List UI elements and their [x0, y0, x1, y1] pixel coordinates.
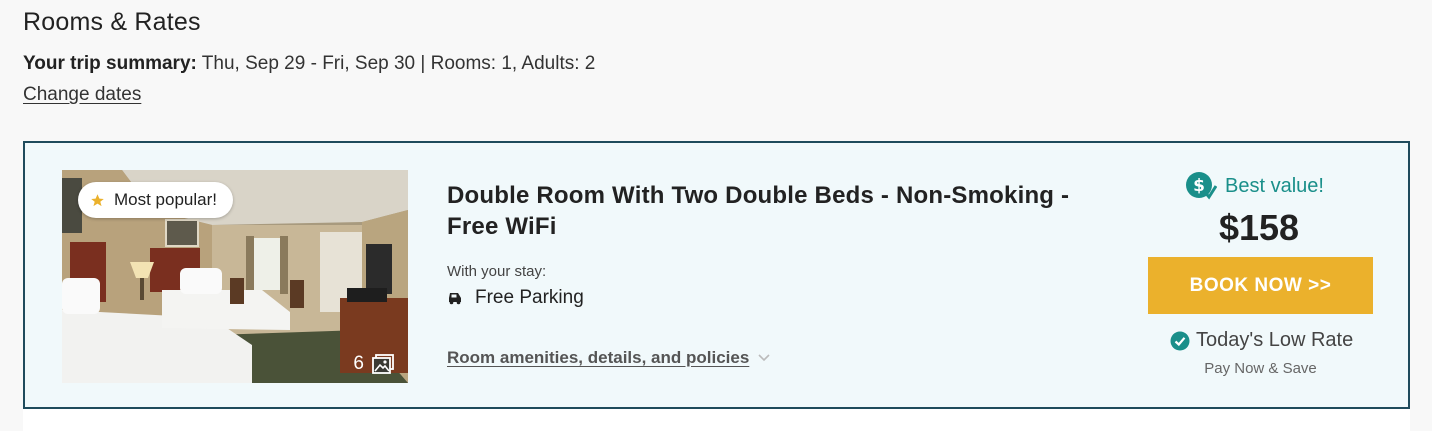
most-popular-badge: Most popular! — [78, 182, 233, 218]
room-price: $158 — [1218, 207, 1300, 248]
todays-low-rate: Today's Low Rate — [1170, 329, 1353, 352]
dollar-check-icon: $ — [1186, 172, 1217, 200]
page-title: Rooms & Rates — [23, 8, 201, 36]
low-rate-label: Today's Low Rate — [1196, 329, 1354, 351]
amenity-label: Free Parking — [475, 287, 584, 308]
book-now-button[interactable]: BOOK NOW >> — [1148, 257, 1373, 314]
next-room-card-edge — [23, 409, 1410, 431]
car-icon — [449, 293, 461, 305]
best-value-label: Best value! — [1225, 174, 1324, 197]
trip-summary-value: Thu, Sep 29 - Fri, Sep 30 | Rooms: 1, Ad… — [196, 53, 596, 74]
gallery-icon — [372, 354, 394, 374]
room-card: Most popular! 6 Double Room With Two Dou… — [23, 141, 1410, 409]
star-icon — [91, 193, 104, 206]
svg-text:$: $ — [1193, 176, 1205, 196]
trip-summary: Your trip summary: Thu, Sep 29 - Fri, Se… — [23, 53, 595, 75]
photo-count[interactable]: 6 — [353, 353, 394, 375]
trip-summary-label: Your trip summary: — [23, 53, 197, 74]
change-dates-link[interactable]: Change dates — [23, 84, 141, 106]
best-value-badge: $ Best value! — [1185, 171, 1324, 201]
check-circle-icon — [1170, 331, 1190, 350]
room-details-label: Room amenities, details, and policies — [447, 348, 750, 367]
pay-now-note: Pay Now & Save — [1204, 360, 1317, 377]
room-photo[interactable]: Most popular! 6 — [62, 170, 408, 383]
with-your-stay-label: With your stay: — [447, 263, 547, 280]
chevron-down-icon — [758, 354, 770, 362]
most-popular-label: Most popular! — [114, 190, 217, 209]
photo-count-number: 6 — [353, 353, 364, 374]
amenity-free-parking: Free Parking — [447, 287, 584, 309]
room-name: Double Room With Two Double Beds - Non-S… — [447, 182, 1070, 240]
room-details-link[interactable]: Room amenities, details, and policies — [447, 348, 771, 368]
